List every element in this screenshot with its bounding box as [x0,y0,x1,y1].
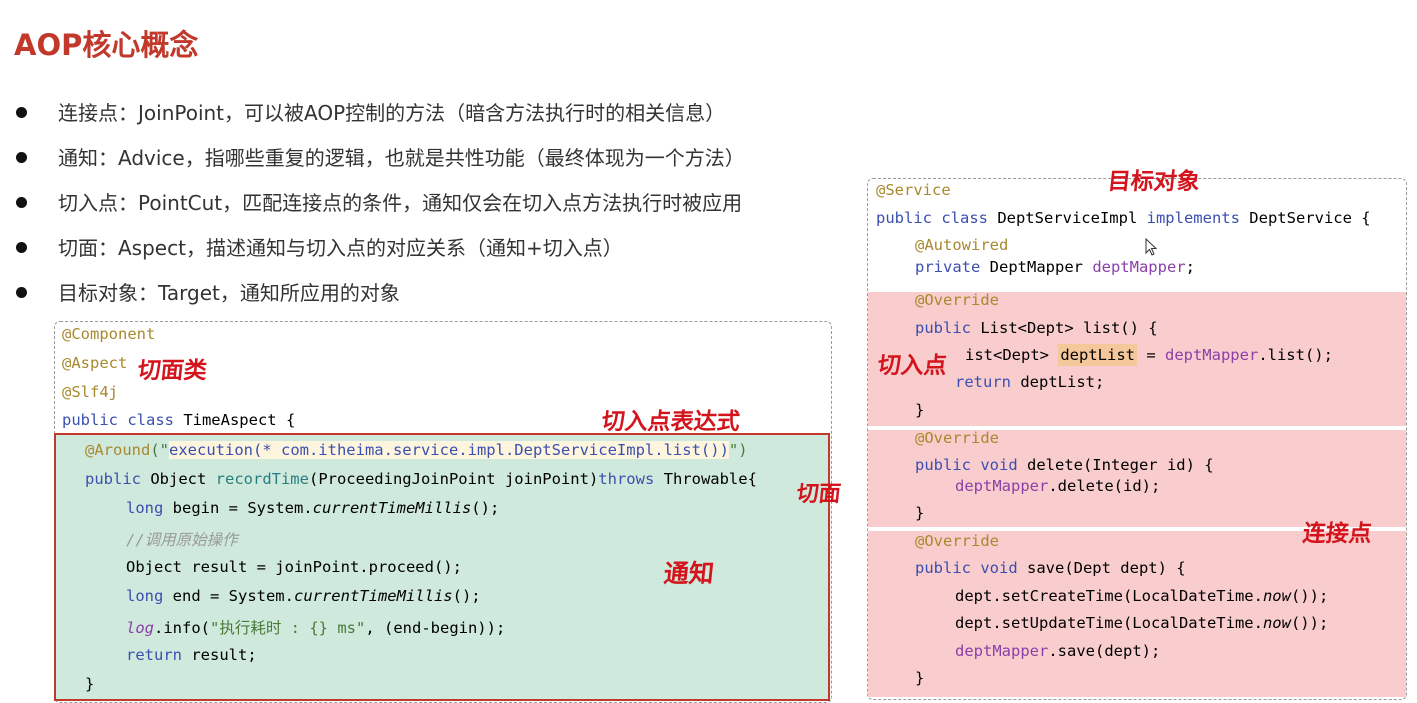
bullet-icon [16,152,27,163]
code-line: log.info("执行耗时 : {} ms", (end-begin)); [126,619,506,637]
code-line: public List<Dept> list() { [915,319,1158,337]
list-item: 通知：Advice，指哪些重复的逻辑，也就是共性功能（最终体现为一个方法） [14,139,745,184]
code-line: @Service [876,181,951,199]
bullet-icon [16,287,27,298]
annotation-pointcut-expression: 切入点表达式 [600,409,742,435]
code-line: @Component [62,325,156,343]
code-line: ist<Dept> deptList = deptMapper.list(); [965,344,1333,366]
page-title: AOP核心概念 [14,28,199,62]
code-line: public class TimeAspect { [62,411,296,429]
code-line: long begin = System.currentTimeMillis(); [126,499,500,517]
bullet-icon [16,107,27,118]
pointcut-expression: execution(* com.itheima.service.impl.Dep… [169,441,729,459]
list-item: 切面：Aspect，描述通知与切入点的对应关系（通知+切入点） [14,229,745,274]
annotation-pointcut: 切入点 [876,353,949,379]
code-line: } [915,401,925,419]
bullet-icon [16,197,27,208]
code-line: } [915,669,925,687]
annotation-joinpoint: 连接点 [1301,521,1374,547]
list-item: 切入点：PointCut，匹配连接点的条件，通知仅会在切入点方法执行时被应用 [14,184,745,229]
code-line: dept.setCreateTime(LocalDateTime.now()); [955,587,1329,605]
code-line: public void delete(Integer id) { [915,456,1214,474]
code-line: dept.setUpdateTime(LocalDateTime.now()); [955,614,1329,632]
code-line: private DeptMapper deptMapper; [915,258,1195,276]
code-line: @Around("execution(* com.itheima.service… [85,441,748,459]
code-line: @Override [915,291,999,309]
code-line: Object result = joinPoint.proceed(); [126,558,462,576]
code-line: @Aspect [62,354,128,372]
code-line: long end = System.currentTimeMillis(); [126,587,481,605]
annotation-target: 目标对象 [1106,169,1202,195]
concept-list: 连接点：JoinPoint，可以被AOP控制的方法（暗含方法执行时的相关信息） … [14,94,745,319]
annotation-aspect-class: 切面类 [136,358,209,384]
list-item: 目标对象：Target，通知所应用的对象 [14,274,745,319]
code-comment: //调用原始操作 [126,531,238,549]
code-line: @Override [915,429,999,447]
code-line: @Slf4j [62,383,118,401]
annotation-aspect: 切面 [795,482,843,507]
code-line: deptMapper.delete(id); [955,477,1161,495]
annotation-advice: 通知 [662,559,716,588]
code-line: @Autowired [915,236,1009,254]
code-line: public class DeptServiceImpl implements … [876,209,1371,227]
mouse-cursor-icon [1145,238,1158,256]
code-line: @Override [915,532,999,550]
code-line: return deptList; [955,373,1105,391]
code-line: } [915,504,925,522]
code-line: deptMapper.save(dept); [955,642,1161,660]
code-line: public Object recordTime(ProceedingJoinP… [85,470,757,488]
code-line: return result; [126,646,257,664]
bullet-icon [16,242,27,253]
list-item: 连接点：JoinPoint，可以被AOP控制的方法（暗含方法执行时的相关信息） [14,94,745,139]
code-line: public void save(Dept dept) { [915,559,1186,577]
code-line: } [85,675,95,693]
